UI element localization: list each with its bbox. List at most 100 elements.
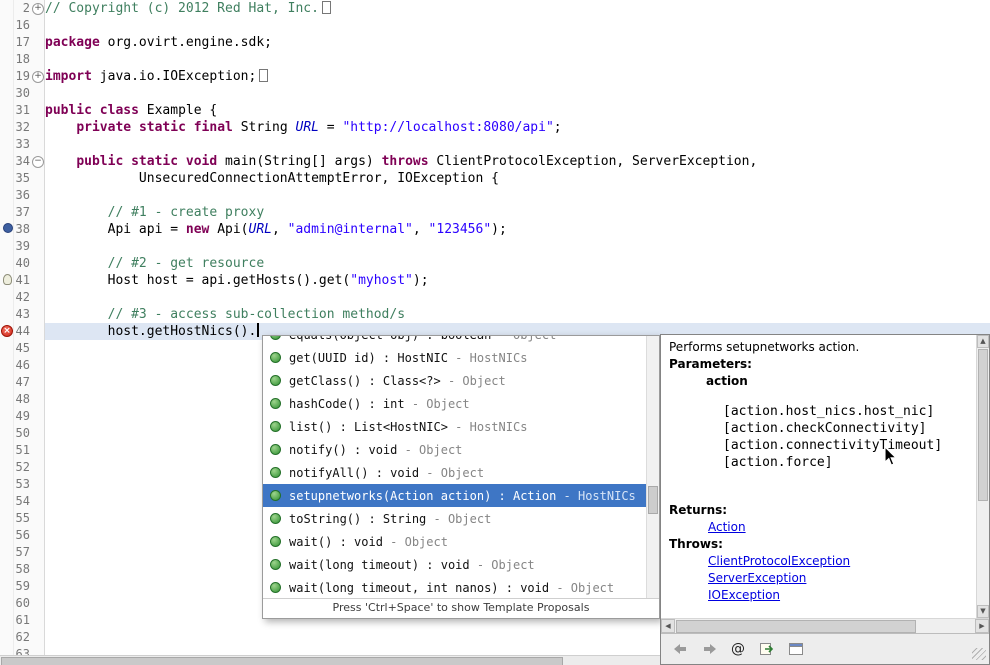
scroll-left-icon[interactable]: ◀ xyxy=(661,619,675,633)
code-line[interactable]: public class Example { xyxy=(45,102,217,119)
completion-item[interactable]: get(UUID id) : HostNIC - HostNICs xyxy=(263,346,646,369)
line-number: 51 xyxy=(0,442,30,459)
completion-item-qualifier: - Object xyxy=(426,512,491,526)
line-number: 57 xyxy=(0,544,30,561)
editor-hscrollbar[interactable] xyxy=(0,655,660,665)
javadoc-throws-label: Throws: xyxy=(669,536,976,553)
public-method-icon xyxy=(270,513,281,524)
code-line[interactable]: // #2 - get resource xyxy=(45,255,264,272)
resize-grip[interactable] xyxy=(972,648,986,660)
fold-expanded-icon[interactable]: − xyxy=(32,156,44,168)
code-line[interactable]: // #3 - access sub-collection method/s xyxy=(45,306,405,323)
breakpoint-marker-icon[interactable] xyxy=(3,223,13,233)
fold-collapsed-icon[interactable]: + xyxy=(32,3,44,15)
javadoc-returns-link[interactable]: Action xyxy=(708,519,746,536)
javadoc-hscrollbar[interactable]: ◀ ▶ xyxy=(661,618,989,633)
scroll-down-icon[interactable]: ▼ xyxy=(977,605,989,618)
popup-scrollbar-thumb[interactable] xyxy=(648,486,658,514)
javadoc-hover: Performs setupnetworks action. Parameter… xyxy=(660,334,990,665)
line-number: 50 xyxy=(0,425,30,442)
completion-item[interactable]: list() : List<HostNIC> - HostNICs xyxy=(263,415,646,438)
collapsed-region-box[interactable] xyxy=(322,1,331,14)
completion-item-label: equals(Object obj) : boolean xyxy=(289,336,491,342)
scroll-up-icon[interactable]: ▲ xyxy=(977,335,989,348)
public-method-icon xyxy=(270,421,281,432)
completion-item-clipped[interactable]: equals(Object obj) : boolean - Object xyxy=(263,336,646,346)
completion-item[interactable]: notifyAll() : void - Object xyxy=(263,461,646,484)
gutter[interactable]: 2+16171819+3031323334−353637383940414243… xyxy=(0,0,45,665)
line-number: 32 xyxy=(0,119,30,136)
completion-item-qualifier: - Object xyxy=(383,535,448,549)
completion-item-label: notifyAll() : void xyxy=(289,466,419,480)
code-line[interactable]: Host host = api.getHosts().get("myhost")… xyxy=(45,272,429,289)
text-caret xyxy=(257,323,259,337)
completion-item-qualifier: - Object xyxy=(549,581,614,595)
line-number: 39 xyxy=(0,238,30,255)
javadoc-param-detail: [action.force] xyxy=(723,454,976,471)
line-number: 47 xyxy=(0,374,30,391)
code-line[interactable]: import java.io.IOException; xyxy=(45,68,268,85)
public-method-icon xyxy=(270,559,281,570)
fold-collapsed-icon[interactable]: + xyxy=(32,71,44,83)
forward-icon[interactable] xyxy=(700,641,718,657)
code-line[interactable]: // Copyright (c) 2012 Red Hat, Inc. xyxy=(45,0,331,17)
completion-item[interactable]: wait(long timeout, int nanos) : void - O… xyxy=(263,576,646,599)
line-number: 60 xyxy=(0,595,30,612)
javadoc-vscrollbar-thumb[interactable] xyxy=(978,349,988,501)
line-number: 49 xyxy=(0,408,30,425)
code-line[interactable]: host.getHostNics(). xyxy=(45,323,259,340)
editor-hscrollbar-thumb[interactable] xyxy=(1,657,563,665)
completion-item[interactable]: getClass() : Class<?> - Object xyxy=(263,369,646,392)
javadoc-throws-link[interactable]: ClientProtocolException xyxy=(708,553,850,570)
lightbulb-marker-icon[interactable] xyxy=(3,274,12,285)
completion-item[interactable]: setupnetworks(Action action) : Action - … xyxy=(263,484,646,507)
javadoc-hscrollbar-thumb[interactable] xyxy=(676,620,916,633)
scroll-right-icon[interactable]: ▶ xyxy=(975,619,989,633)
completion-item-qualifier: - Object xyxy=(441,374,506,388)
completion-item[interactable]: hashCode() : int - Object xyxy=(263,392,646,415)
javadoc-param-detail: [action.host_nics.host_nic] xyxy=(723,403,976,420)
completion-list[interactable]: equals(Object obj) : boolean - Objectget… xyxy=(263,336,646,599)
javadoc-vscrollbar[interactable]: ▲ ▼ xyxy=(976,335,989,618)
line-number: 40 xyxy=(0,255,30,272)
completion-item-label: wait(long timeout) : void xyxy=(289,558,470,572)
public-method-icon xyxy=(270,398,281,409)
completion-item-qualifier: - Object xyxy=(397,443,462,457)
javadoc-content: Performs setupnetworks action. Parameter… xyxy=(661,335,976,617)
completion-item[interactable]: notify() : void - Object xyxy=(263,438,646,461)
javadoc-throws-link[interactable]: ServerException xyxy=(708,570,806,587)
completion-item-qualifier: - HostNICs xyxy=(556,489,635,503)
error-marker-icon[interactable]: × xyxy=(1,325,13,337)
completion-item-label: wait(long timeout, int nanos) : void xyxy=(289,581,549,595)
javadoc-throws-link[interactable]: IOException xyxy=(708,587,780,604)
code-line[interactable]: UnsecuredConnectionAttemptError, IOExcep… xyxy=(45,170,499,187)
code-line[interactable]: private static final String URL = "http:… xyxy=(45,119,562,136)
popup-scrollbar[interactable] xyxy=(646,336,659,599)
completion-item[interactable]: wait(long timeout) : void - Object xyxy=(263,553,646,576)
line-number: 36 xyxy=(0,187,30,204)
code-line[interactable]: public static void main(String[] args) t… xyxy=(45,153,757,170)
code-editor-window: 2+16171819+3031323334−353637383940414243… xyxy=(0,0,990,665)
javadoc-returns-label: Returns: xyxy=(669,502,976,519)
public-method-icon xyxy=(270,444,281,455)
show-in-javadoc-view-icon[interactable]: @ xyxy=(729,641,747,657)
line-number: 53 xyxy=(0,476,30,493)
completion-item[interactable]: wait() : void - Object xyxy=(263,530,646,553)
open-in-browser-icon[interactable] xyxy=(787,641,805,657)
line-number: 35 xyxy=(0,170,30,187)
completion-item-qualifier: - Object xyxy=(419,466,484,480)
open-declaration-icon[interactable] xyxy=(758,641,776,657)
line-number: 19 xyxy=(0,68,30,85)
completion-item-label: setupnetworks(Action action) : Action xyxy=(289,489,556,503)
code-line[interactable]: // #1 - create proxy xyxy=(45,204,264,221)
public-method-icon xyxy=(270,536,281,547)
code-line[interactable]: Api api = new Api(URL, "admin@internal",… xyxy=(45,221,507,238)
completion-item[interactable]: equals(Object obj) : boolean - Object xyxy=(263,336,646,346)
completion-item[interactable]: toString() : String - Object xyxy=(263,507,646,530)
javadoc-toolbar: @ xyxy=(661,633,989,664)
line-number: 30 xyxy=(0,85,30,102)
code-line[interactable]: package org.ovirt.engine.sdk; xyxy=(45,34,272,51)
collapsed-region-box[interactable] xyxy=(259,69,268,82)
completion-item-label: wait() : void xyxy=(289,535,383,549)
back-icon[interactable] xyxy=(671,641,689,657)
